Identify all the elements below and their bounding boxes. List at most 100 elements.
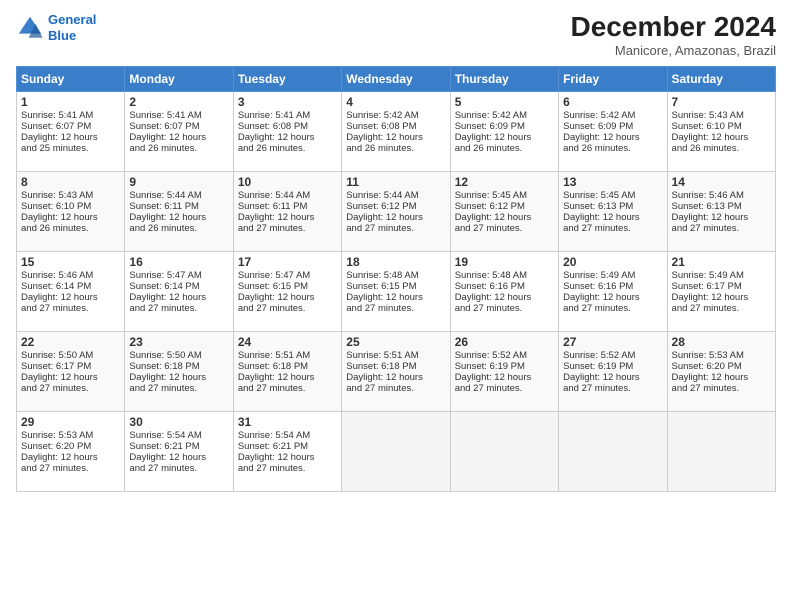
day-info-line: and 26 minutes. <box>455 143 554 154</box>
day-info-line: and 26 minutes. <box>346 143 445 154</box>
day-number: 8 <box>21 175 120 189</box>
day-cell-30: 30Sunrise: 5:54 AMSunset: 6:21 PMDayligh… <box>125 411 233 491</box>
day-info-line: Sunrise: 5:52 AM <box>455 350 554 361</box>
day-number: 25 <box>346 335 445 349</box>
day-info-line: Sunrise: 5:44 AM <box>346 190 445 201</box>
logo-line1: General <box>48 12 96 27</box>
day-info-line: Sunset: 6:20 PM <box>672 361 771 372</box>
day-number: 6 <box>563 95 662 109</box>
day-info-line: Sunset: 6:08 PM <box>238 121 337 132</box>
day-info-line: and 27 minutes. <box>21 303 120 314</box>
day-cell-11: 11Sunrise: 5:44 AMSunset: 6:12 PMDayligh… <box>342 171 450 251</box>
week-row-1: 1Sunrise: 5:41 AMSunset: 6:07 PMDaylight… <box>17 91 776 171</box>
day-info-line: Sunrise: 5:48 AM <box>455 270 554 281</box>
day-cell-26: 26Sunrise: 5:52 AMSunset: 6:19 PMDayligh… <box>450 331 558 411</box>
day-info-line: and 27 minutes. <box>238 223 337 234</box>
day-info-line: Sunrise: 5:46 AM <box>672 190 771 201</box>
day-number: 19 <box>455 255 554 269</box>
day-info-line: Sunset: 6:11 PM <box>129 201 228 212</box>
day-info-line: Sunset: 6:10 PM <box>21 201 120 212</box>
day-number: 22 <box>21 335 120 349</box>
day-cell-13: 13Sunrise: 5:45 AMSunset: 6:13 PMDayligh… <box>559 171 667 251</box>
day-info-line: Daylight: 12 hours <box>129 132 228 143</box>
col-header-thursday: Thursday <box>450 66 558 91</box>
col-header-friday: Friday <box>559 66 667 91</box>
day-cell-20: 20Sunrise: 5:49 AMSunset: 6:16 PMDayligh… <box>559 251 667 331</box>
day-number: 30 <box>129 415 228 429</box>
week-row-5: 29Sunrise: 5:53 AMSunset: 6:20 PMDayligh… <box>17 411 776 491</box>
day-number: 1 <box>21 95 120 109</box>
day-number: 13 <box>563 175 662 189</box>
day-cell-27: 27Sunrise: 5:52 AMSunset: 6:19 PMDayligh… <box>559 331 667 411</box>
empty-cell <box>450 411 558 491</box>
header-row: SundayMondayTuesdayWednesdayThursdayFrid… <box>17 66 776 91</box>
day-info-line: and 26 minutes. <box>129 143 228 154</box>
day-info-line: Daylight: 12 hours <box>672 372 771 383</box>
day-number: 24 <box>238 335 337 349</box>
day-number: 4 <box>346 95 445 109</box>
day-info-line: Daylight: 12 hours <box>455 292 554 303</box>
day-info-line: and 27 minutes. <box>563 303 662 314</box>
day-number: 3 <box>238 95 337 109</box>
day-info-line: Sunset: 6:21 PM <box>238 441 337 452</box>
day-cell-7: 7Sunrise: 5:43 AMSunset: 6:10 PMDaylight… <box>667 91 775 171</box>
day-info-line: and 26 minutes. <box>129 223 228 234</box>
day-info-line: and 27 minutes. <box>346 383 445 394</box>
header: General Blue December 2024 Manicore, Ama… <box>16 12 776 58</box>
day-number: 27 <box>563 335 662 349</box>
day-info-line: Sunrise: 5:44 AM <box>129 190 228 201</box>
day-info-line: Sunset: 6:15 PM <box>238 281 337 292</box>
day-cell-24: 24Sunrise: 5:51 AMSunset: 6:18 PMDayligh… <box>233 331 341 411</box>
day-cell-1: 1Sunrise: 5:41 AMSunset: 6:07 PMDaylight… <box>17 91 125 171</box>
day-info-line: Sunset: 6:14 PM <box>129 281 228 292</box>
day-info-line: Daylight: 12 hours <box>238 452 337 463</box>
day-number: 2 <box>129 95 228 109</box>
day-info-line: Daylight: 12 hours <box>455 132 554 143</box>
empty-cell <box>667 411 775 491</box>
day-info-line: Daylight: 12 hours <box>21 292 120 303</box>
day-info-line: and 25 minutes. <box>21 143 120 154</box>
day-info-line: Daylight: 12 hours <box>346 132 445 143</box>
day-cell-25: 25Sunrise: 5:51 AMSunset: 6:18 PMDayligh… <box>342 331 450 411</box>
day-cell-4: 4Sunrise: 5:42 AMSunset: 6:08 PMDaylight… <box>342 91 450 171</box>
day-info-line: Sunset: 6:18 PM <box>129 361 228 372</box>
day-info-line: Sunset: 6:14 PM <box>21 281 120 292</box>
day-info-line: Sunrise: 5:47 AM <box>129 270 228 281</box>
day-info-line: Sunrise: 5:41 AM <box>238 110 337 121</box>
day-number: 18 <box>346 255 445 269</box>
day-cell-21: 21Sunrise: 5:49 AMSunset: 6:17 PMDayligh… <box>667 251 775 331</box>
day-info-line: Sunrise: 5:42 AM <box>455 110 554 121</box>
day-info-line: Daylight: 12 hours <box>455 212 554 223</box>
logo-text: General Blue <box>48 12 96 43</box>
day-info-line: Sunrise: 5:41 AM <box>129 110 228 121</box>
day-info-line: and 27 minutes. <box>21 463 120 474</box>
day-info-line: Sunset: 6:11 PM <box>238 201 337 212</box>
day-info-line: Sunrise: 5:42 AM <box>563 110 662 121</box>
day-info-line: Sunset: 6:10 PM <box>672 121 771 132</box>
day-info-line: Sunset: 6:16 PM <box>563 281 662 292</box>
day-info-line: Sunrise: 5:42 AM <box>346 110 445 121</box>
day-info-line: Sunrise: 5:53 AM <box>672 350 771 361</box>
day-info-line: Sunset: 6:17 PM <box>21 361 120 372</box>
day-number: 29 <box>21 415 120 429</box>
day-info-line: Daylight: 12 hours <box>238 132 337 143</box>
day-info-line: Sunset: 6:16 PM <box>455 281 554 292</box>
day-info-line: Sunrise: 5:49 AM <box>563 270 662 281</box>
day-number: 7 <box>672 95 771 109</box>
day-info-line: Sunset: 6:17 PM <box>672 281 771 292</box>
day-info-line: Sunset: 6:18 PM <box>238 361 337 372</box>
week-row-2: 8Sunrise: 5:43 AMSunset: 6:10 PMDaylight… <box>17 171 776 251</box>
col-header-wednesday: Wednesday <box>342 66 450 91</box>
day-info-line: Sunset: 6:20 PM <box>21 441 120 452</box>
day-cell-12: 12Sunrise: 5:45 AMSunset: 6:12 PMDayligh… <box>450 171 558 251</box>
day-info-line: Sunset: 6:15 PM <box>346 281 445 292</box>
day-info-line: and 26 minutes. <box>21 223 120 234</box>
day-info-line: Sunset: 6:12 PM <box>346 201 445 212</box>
day-info-line: Daylight: 12 hours <box>563 132 662 143</box>
day-info-line: Sunrise: 5:45 AM <box>455 190 554 201</box>
day-number: 26 <box>455 335 554 349</box>
day-info-line: Sunset: 6:09 PM <box>563 121 662 132</box>
day-cell-3: 3Sunrise: 5:41 AMSunset: 6:08 PMDaylight… <box>233 91 341 171</box>
day-info-line: Daylight: 12 hours <box>238 292 337 303</box>
day-info-line: and 27 minutes. <box>563 383 662 394</box>
